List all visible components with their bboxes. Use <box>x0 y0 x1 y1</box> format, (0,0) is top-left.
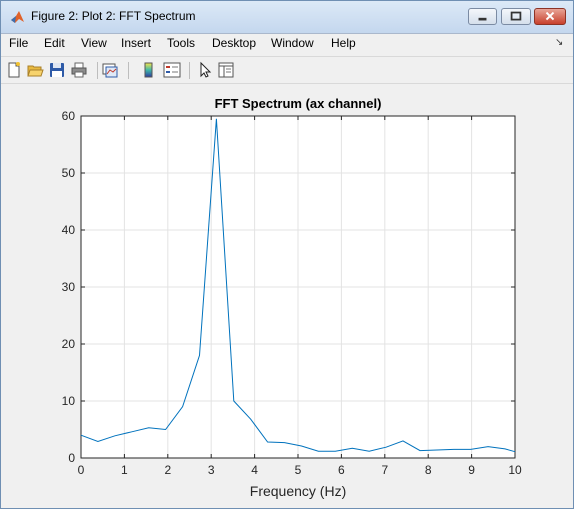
insert-colorbar-icon[interactable] <box>140 61 158 79</box>
x-tick-label: 4 <box>251 463 258 477</box>
data-point <box>504 448 506 450</box>
chart-title: FFT Spectrum (ax channel) <box>215 96 382 111</box>
figure-window: Figure 2: Plot 2: FFT Spectrum File Edit… <box>0 0 574 509</box>
open-file-icon[interactable] <box>26 61 44 79</box>
data-point <box>80 434 82 436</box>
new-figure-icon[interactable] <box>5 61 23 79</box>
dock-arrow-icon[interactable]: ↘ <box>555 37 563 48</box>
x-tick-label: 1 <box>121 463 128 477</box>
fft-spectrum-chart[interactable]: 0 1 2 3 4 5 6 7 8 9 10 0 10 20 30 40 50 60 FFT Spectrum … <box>9 84 568 504</box>
minimize-icon <box>478 17 487 21</box>
data-point <box>470 448 472 450</box>
close-icon <box>545 11 555 21</box>
menu-window[interactable]: Window <box>271 36 314 50</box>
data-point <box>215 118 217 120</box>
data-point <box>148 427 150 429</box>
data-point <box>334 450 336 452</box>
menu-desktop[interactable]: Desktop <box>212 36 256 50</box>
property-inspector-icon[interactable] <box>217 61 235 79</box>
data-point <box>181 406 183 408</box>
close-button[interactable] <box>534 8 566 25</box>
data-point <box>198 354 200 356</box>
x-tick-label: 6 <box>338 463 345 477</box>
toolbar-separator <box>97 62 98 79</box>
x-axis-label: Frequency (Hz) <box>250 483 346 499</box>
edit-plot-arrow-icon[interactable] <box>196 61 214 79</box>
toolbar-separator <box>128 62 129 79</box>
x-tick-label: 5 <box>295 463 302 477</box>
data-point <box>402 440 404 442</box>
insert-legend-icon[interactable] <box>163 61 181 79</box>
window-title: Figure 2: Plot 2: FFT Spectrum <box>31 9 196 23</box>
toolbar-separator <box>189 62 190 79</box>
data-point <box>97 440 99 442</box>
data-point <box>368 450 370 452</box>
x-tick-label: 0 <box>78 463 85 477</box>
menu-edit[interactable]: Edit <box>44 36 65 50</box>
y-tick-label: 50 <box>62 166 76 180</box>
figure-toolbar <box>1 56 573 84</box>
data-point <box>317 450 319 452</box>
figure-canvas: 0 1 2 3 4 5 6 7 8 9 10 0 10 20 30 40 50 60 FFT Spectrum … <box>9 84 568 504</box>
data-point <box>283 441 285 443</box>
data-point <box>487 445 489 447</box>
print-icon[interactable] <box>70 61 88 79</box>
data-point <box>164 428 166 430</box>
save-icon[interactable] <box>48 61 66 79</box>
x-tick-label: 8 <box>425 463 432 477</box>
data-point <box>249 418 251 420</box>
data-point <box>514 451 516 453</box>
y-tick-label: 30 <box>62 280 76 294</box>
x-axis-tick-labels: 0 1 2 3 4 5 6 7 8 9 10 <box>78 463 522 477</box>
matlab-logo-icon <box>11 11 24 23</box>
data-point <box>266 441 268 443</box>
y-tick-label: 60 <box>62 109 76 123</box>
y-axis-tick-labels: 0 10 20 30 40 50 60 <box>62 109 76 465</box>
menu-insert[interactable]: Insert <box>121 36 151 50</box>
data-point <box>436 449 438 451</box>
title-bar[interactable]: Figure 2: Plot 2: FFT Spectrum <box>1 1 573 34</box>
menu-file[interactable]: File <box>9 36 28 50</box>
y-tick-label: 0 <box>68 451 75 465</box>
data-point <box>233 400 235 402</box>
link-plot-icon[interactable] <box>101 61 119 79</box>
data-point <box>300 445 302 447</box>
y-tick-label: 20 <box>62 337 76 351</box>
x-tick-label: 3 <box>208 463 215 477</box>
data-point <box>419 449 421 451</box>
x-tick-label: 7 <box>381 463 388 477</box>
data-point <box>385 446 387 448</box>
y-tick-label: 40 <box>62 223 76 237</box>
y-tick-label: 10 <box>62 394 76 408</box>
data-point <box>131 431 133 433</box>
data-point <box>453 448 455 450</box>
x-tick-label: 2 <box>164 463 171 477</box>
x-tick-label: 10 <box>508 463 522 477</box>
maximize-button[interactable] <box>501 8 531 25</box>
menu-tools[interactable]: Tools <box>167 36 195 50</box>
minimize-button[interactable] <box>468 8 497 25</box>
data-point <box>114 435 116 437</box>
maximize-icon <box>510 11 522 21</box>
x-tick-label: 9 <box>468 463 475 477</box>
data-point <box>351 447 353 449</box>
menu-bar: File Edit View Insert Tools Desktop Wind… <box>1 34 573 54</box>
menu-help[interactable]: Help <box>331 36 356 50</box>
menu-view[interactable]: View <box>81 36 107 50</box>
